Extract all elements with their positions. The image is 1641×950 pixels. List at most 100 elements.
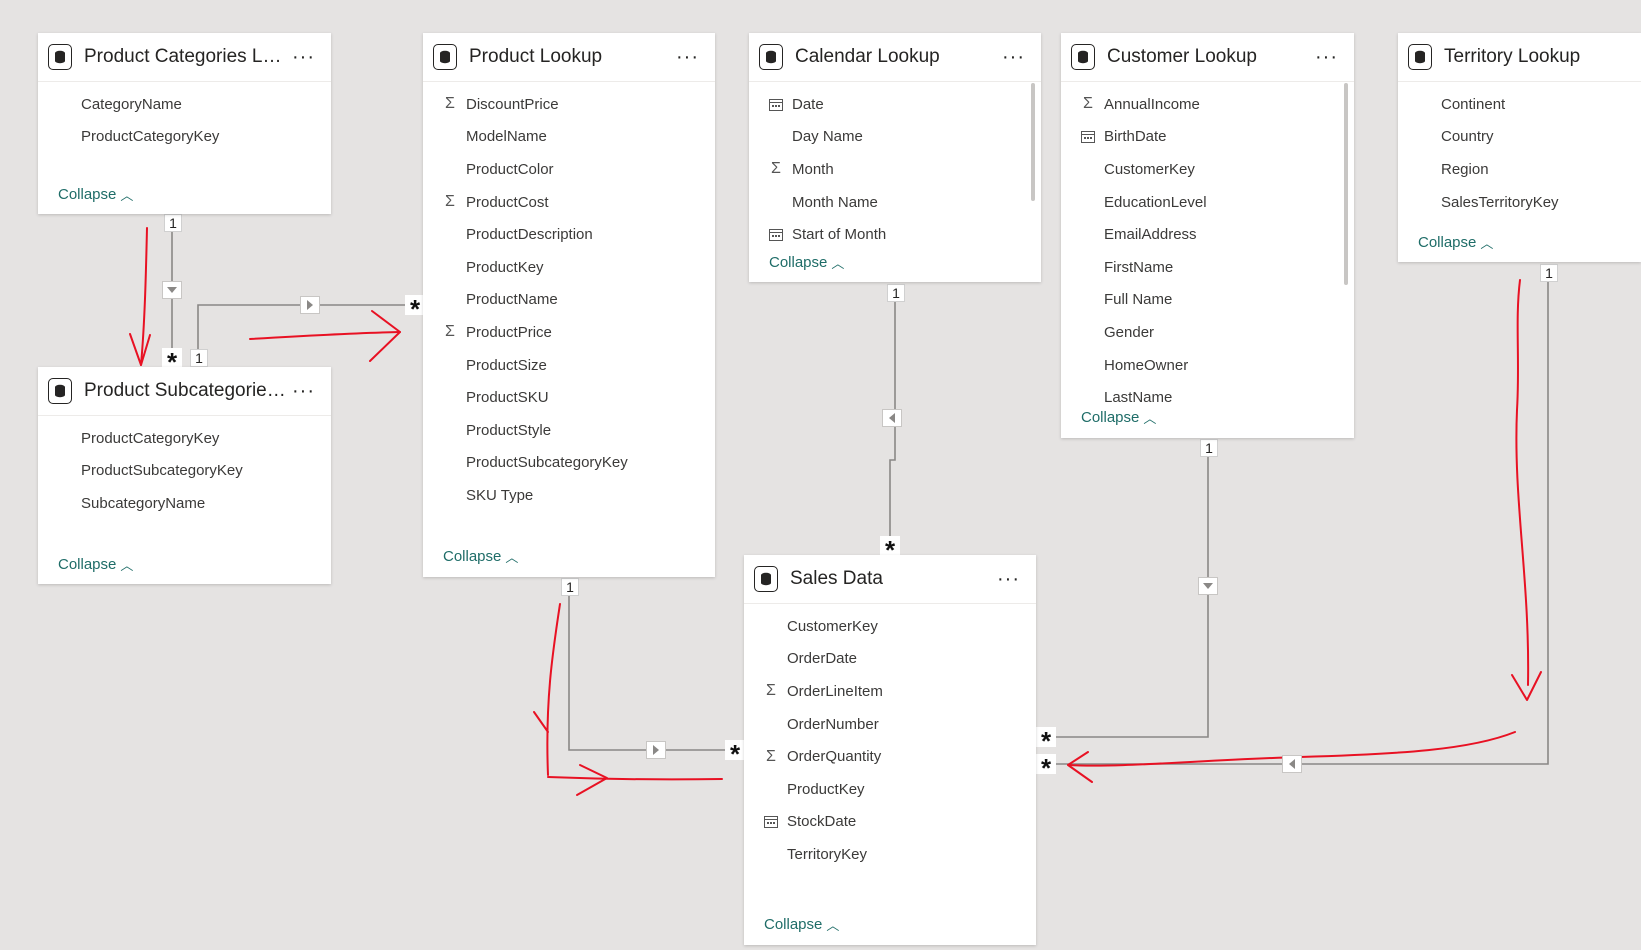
field-row[interactable]: ModelName [423, 121, 715, 154]
chevron-up-icon: ︿ [1480, 236, 1494, 251]
scrollbar[interactable] [1344, 83, 1348, 285]
field-row[interactable]: Σ Month [749, 153, 1041, 186]
collapse-button[interactable]: Collapse ︿ [1418, 233, 1493, 252]
field-row[interactable]: Σ OrderLineItem [744, 675, 1036, 708]
field-row[interactable]: ProductName [423, 284, 715, 317]
field-name: ProductCategoryKey [81, 429, 220, 447]
table-card-sales-data[interactable]: Sales Data ··· CustomerKey OrderDate Σ Or… [744, 555, 1036, 945]
field-row[interactable]: Continent [1398, 88, 1641, 121]
field-row[interactable]: OrderNumber [744, 708, 1036, 741]
filter-direction-right-icon[interactable] [646, 741, 666, 759]
table-title: Sales Data [790, 568, 883, 589]
field-row[interactable]: Date [749, 88, 1041, 121]
sigma-icon: Σ [766, 747, 776, 765]
filter-direction-down-icon[interactable] [1198, 577, 1218, 595]
calendar-icon [764, 228, 788, 242]
table-card-product-lookup[interactable]: Product Lookup ··· Σ DiscountPrice ModelN… [423, 33, 715, 577]
field-row[interactable]: ProductSubcategoryKey [423, 447, 715, 480]
field-row[interactable]: SKU Type [423, 479, 715, 512]
filter-direction-right-icon[interactable] [300, 296, 320, 314]
more-options-icon[interactable]: ··· [292, 47, 315, 67]
more-options-icon[interactable]: ··· [292, 381, 315, 401]
field-row[interactable]: LastName [1061, 381, 1354, 408]
more-options-icon[interactable]: ··· [997, 569, 1020, 589]
field-row[interactable]: Start of Month [749, 218, 1041, 251]
field-row[interactable]: Σ DiscountPrice [423, 88, 715, 121]
field-row[interactable]: ProductStyle [423, 414, 715, 447]
field-row[interactable]: Σ ProductCost [423, 186, 715, 219]
field-name: ProductKey [466, 258, 544, 276]
field-row[interactable]: Σ ProductPrice [423, 316, 715, 349]
field-name: Date [792, 95, 824, 113]
field-row[interactable]: ProductSubcategoryKey [38, 455, 331, 488]
field-row[interactable]: Gender [1061, 316, 1354, 349]
field-row[interactable]: Day Name [749, 121, 1041, 154]
field-row[interactable]: EmailAddress [1061, 218, 1354, 251]
field-row[interactable]: StockDate [744, 806, 1036, 839]
field-row[interactable]: OrderDate [744, 643, 1036, 676]
collapse-button[interactable]: Collapse ︿ [443, 547, 518, 566]
field-row[interactable]: Country [1398, 121, 1641, 154]
table-header[interactable]: Customer Lookup ··· [1061, 33, 1354, 82]
table-card-customer-lookup[interactable]: Customer Lookup ··· Σ AnnualIncome BirthD… [1061, 33, 1354, 438]
cardinality-many-label: * [162, 348, 182, 368]
field-row[interactable]: FirstName [1061, 251, 1354, 284]
field-row[interactable]: SubcategoryName [38, 487, 331, 520]
filter-direction-left-icon[interactable] [882, 409, 902, 427]
field-row[interactable]: ProductKey [744, 773, 1036, 806]
field-row[interactable]: ProductDescription [423, 218, 715, 251]
field-row[interactable]: ProductCategoryKey [38, 121, 331, 154]
table-header[interactable]: Product Subcategories ... ··· [38, 367, 331, 416]
field-row[interactable]: ProductSize [423, 349, 715, 382]
scrollbar[interactable] [1031, 83, 1035, 201]
field-name: OrderLineItem [787, 682, 883, 700]
collapse-button[interactable]: Collapse ︿ [58, 555, 133, 574]
field-row[interactable]: EducationLevel [1061, 186, 1354, 219]
collapse-button[interactable]: Collapse ︿ [58, 185, 133, 204]
field-row[interactable]: CustomerKey [744, 610, 1036, 643]
collapse-label: Collapse [769, 254, 828, 271]
more-options-icon[interactable]: ··· [676, 47, 699, 67]
field-row[interactable]: ProductColor [423, 153, 715, 186]
more-options-icon[interactable]: ··· [1002, 47, 1025, 67]
collapse-button[interactable]: Collapse ︿ [764, 915, 839, 934]
field-row[interactable]: SalesTerritoryKey [1398, 186, 1641, 219]
field-row[interactable]: ProductSKU [423, 381, 715, 414]
database-icon [433, 44, 457, 70]
field-row[interactable]: CustomerKey [1061, 153, 1354, 186]
table-card-territory-lookup[interactable]: Territory Lookup Continent Country Regio… [1398, 33, 1641, 262]
table-card-product-categories[interactable]: Product Categories Loo... ··· CategoryNa… [38, 33, 331, 214]
field-row[interactable]: Region [1398, 153, 1641, 186]
field-row[interactable]: CategoryName [38, 88, 331, 121]
field-row[interactable]: Σ OrderQuantity [744, 740, 1036, 773]
filter-direction-down-icon[interactable] [162, 281, 182, 299]
filter-direction-left-icon[interactable] [1282, 755, 1302, 773]
table-title: Calendar Lookup [795, 46, 940, 67]
table-card-product-subcategories[interactable]: Product Subcategories ... ··· ProductCat… [38, 367, 331, 584]
field-name: ProductPrice [466, 323, 552, 341]
collapse-button[interactable]: Collapse ︿ [769, 253, 844, 272]
field-name: ProductSize [466, 356, 547, 374]
field-row[interactable]: ProductKey [423, 251, 715, 284]
table-header[interactable]: Territory Lookup [1398, 33, 1641, 82]
collapse-label: Collapse [58, 186, 117, 203]
field-row[interactable]: TerritoryKey [744, 838, 1036, 871]
collapse-label: Collapse [1418, 234, 1477, 251]
field-name: BirthDate [1104, 128, 1167, 146]
table-header[interactable]: Product Categories Loo... ··· [38, 33, 331, 82]
field-name: ProductDescription [466, 226, 593, 244]
field-row[interactable]: HomeOwner [1061, 349, 1354, 382]
annotation-arrow-down-categories [140, 227, 148, 366]
field-row[interactable]: Full Name [1061, 284, 1354, 317]
collapse-button[interactable]: Collapse ︿ [1081, 408, 1156, 427]
collapse-label: Collapse [443, 548, 502, 565]
field-row[interactable]: Month Name [749, 186, 1041, 219]
table-header[interactable]: Sales Data ··· [744, 555, 1036, 604]
table-header[interactable]: Calendar Lookup ··· [749, 33, 1041, 82]
field-row[interactable]: ProductCategoryKey [38, 422, 331, 455]
field-row[interactable]: Σ AnnualIncome [1061, 88, 1354, 121]
table-card-calendar-lookup[interactable]: Calendar Lookup ··· Date Day Name Σ Month… [749, 33, 1041, 282]
table-header[interactable]: Product Lookup ··· [423, 33, 715, 82]
field-row[interactable]: BirthDate [1061, 121, 1354, 154]
more-options-icon[interactable]: ··· [1315, 47, 1338, 67]
